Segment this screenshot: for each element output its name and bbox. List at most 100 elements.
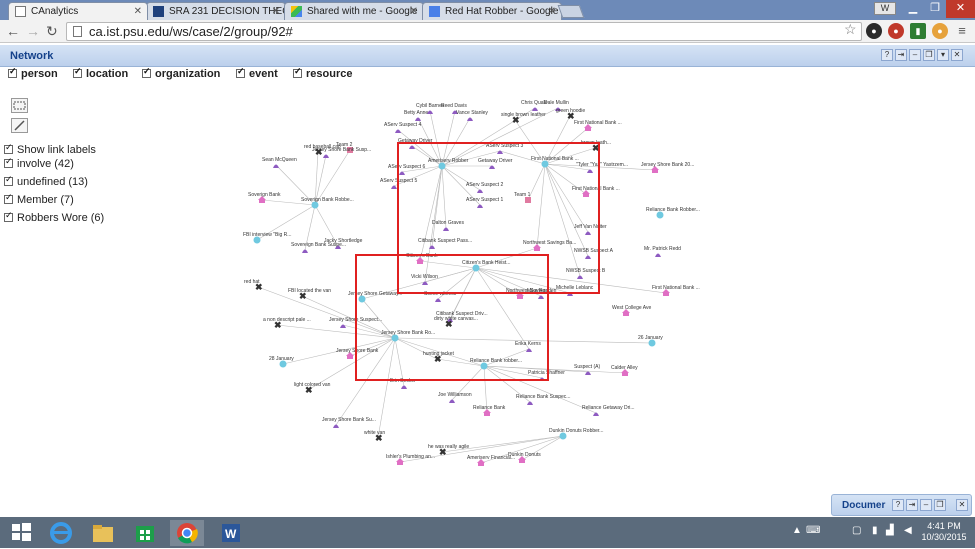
word-icon[interactable]: W: [214, 520, 248, 546]
restore-icon[interactable]: ❐: [924, 0, 946, 18]
close-icon[interactable]: ✕: [548, 3, 556, 20]
checkbox[interactable]: [236, 66, 245, 78]
close-panel-icon[interactable]: ✕: [956, 499, 968, 511]
graph-node[interactable]: AServ Suspect 2: [466, 182, 503, 193]
graph-node[interactable]: Reliance Bank Suspec...: [516, 394, 570, 405]
pin-icon[interactable]: ⇥: [906, 499, 918, 511]
graph-node[interactable]: ✖red hat: [244, 279, 263, 292]
bookmark-star-icon[interactable]: ☆: [844, 21, 857, 38]
graph-node[interactable]: Getaway Driver: [478, 158, 513, 169]
graph-node[interactable]: West College Ave: [612, 305, 652, 316]
graph-edge[interactable]: [536, 163, 546, 249]
new-tab-button[interactable]: [557, 5, 585, 18]
internet-explorer-icon[interactable]: [44, 520, 78, 546]
graph-node[interactable]: ✖FBI located the van: [288, 288, 331, 301]
start-button-icon[interactable]: [4, 520, 38, 546]
menu-icon[interactable]: ≡: [954, 23, 970, 39]
volume-icon[interactable]: ◀: [904, 525, 912, 536]
graph-node[interactable]: ✖light colored van: [294, 382, 331, 395]
filter-location[interactable]: location: [73, 66, 128, 80]
graph-node[interactable]: Calder Alley: [611, 365, 638, 376]
graph-node[interactable]: AServ Suspect 6: [388, 164, 425, 175]
graph-node[interactable]: Sovereign Bank Suspe...: [291, 242, 346, 253]
reload-icon[interactable]: ↻: [46, 23, 58, 39]
extension-icon-4[interactable]: ●: [932, 23, 948, 39]
action-center-icon[interactable]: ▢: [852, 525, 861, 536]
restore-panel-icon[interactable]: ❐: [934, 499, 946, 511]
graph-node[interactable]: Ishler's Plumbing an...: [386, 454, 435, 465]
checkbox[interactable]: [8, 66, 17, 78]
minimize-icon[interactable]: ▁: [902, 0, 924, 18]
graph-node[interactable]: ✖single brown leather: [501, 112, 546, 125]
graph-node[interactable]: AServ Suspect 1: [466, 197, 503, 208]
graph-node[interactable]: AServ Suspect 4: [384, 122, 421, 133]
close-window-button[interactable]: ✕: [946, 0, 975, 18]
graph-node[interactable]: "Tyler "Yaz" Yastrzem...: [576, 162, 628, 173]
store-icon[interactable]: [128, 520, 162, 546]
graph-node[interactable]: 26 January: [638, 335, 663, 347]
address-bar[interactable]: ca.ist.psu.edu/ws/case/2/group/92#: [66, 22, 862, 41]
filter-person[interactable]: person: [8, 66, 58, 80]
graph-node[interactable]: Jersey Shore Bank Su...: [322, 417, 376, 428]
extension-icon-3[interactable]: ▮: [910, 23, 926, 39]
graph-node[interactable]: First National Bank ...: [574, 120, 622, 131]
graph-node[interactable]: Dalton Graves: [432, 220, 464, 231]
dropdown-icon[interactable]: ▾: [937, 49, 949, 61]
filter-organization[interactable]: organization: [142, 66, 220, 80]
extension-icon-2[interactable]: ●: [888, 23, 904, 39]
system-clock[interactable]: 4:41 PM 10/30/2015: [916, 521, 972, 543]
graph-node[interactable]: Northwest Savings Ba...: [523, 240, 576, 251]
user-profile-badge[interactable]: W: [874, 2, 896, 15]
filter-event[interactable]: event: [236, 66, 278, 80]
graph-edge[interactable]: [527, 163, 546, 201]
graph-node[interactable]: Betty Anne: [404, 110, 428, 121]
restore-panel-icon[interactable]: ❐: [923, 49, 935, 61]
help-icon[interactable]: ?: [881, 49, 893, 61]
graph-node[interactable]: Jeff Van Nuiter: [574, 224, 607, 235]
graph-node[interactable]: NWSB Suspect A: [574, 248, 614, 259]
graph-node[interactable]: ✖dirty white canvas...: [434, 316, 478, 329]
graph-node[interactable]: Jersey Shore Bank Ro...: [381, 330, 435, 342]
graph-node[interactable]: Team 1: [514, 192, 531, 203]
graph-node[interactable]: Reliance Bank Robber...: [646, 207, 700, 219]
graph-node[interactable]: Dunkin Donuts: [508, 452, 541, 463]
help-icon[interactable]: ?: [892, 499, 904, 511]
close-icon[interactable]: ✕: [272, 3, 280, 20]
filter-resource[interactable]: resource: [293, 66, 352, 80]
tab-sra231[interactable]: SRA 231 DECISION THEO ✕: [146, 2, 286, 20]
checkbox[interactable]: [293, 66, 302, 78]
graph-node[interactable]: FBI interview "Big R...: [243, 232, 291, 244]
graph-node[interactable]: Soverign Bank Robbe...: [301, 197, 354, 209]
graph-node[interactable]: Reliance Bank: [473, 405, 506, 416]
graph-node[interactable]: ✖white van: [364, 430, 385, 443]
graph-edge[interactable]: [377, 337, 396, 439]
graph-node[interactable]: Ameriserv Robber: [428, 158, 469, 170]
minimize-panel-icon[interactable]: –: [920, 499, 932, 511]
graph-node[interactable]: Vicki Wilson: [411, 274, 438, 285]
graph-node[interactable]: Vance Stanley: [456, 110, 488, 121]
checkbox[interactable]: [142, 66, 151, 78]
graph-node[interactable]: First National Bank ...: [572, 186, 620, 197]
chrome-icon[interactable]: [170, 520, 204, 546]
graph-node[interactable]: Michelle Leblanc: [556, 285, 594, 296]
keyboard-icon[interactable]: ⌨: [806, 525, 820, 536]
graph-node[interactable]: ✖hunting jacket: [423, 351, 454, 364]
graph-node[interactable]: Mr. Patrick Redd: [644, 246, 681, 257]
close-panel-icon[interactable]: ✕: [951, 49, 963, 61]
back-arrow-icon[interactable]: ←: [6, 23, 20, 39]
graph-node[interactable]: Citibank Suspect Pass...: [418, 238, 472, 249]
graph-node[interactable]: 28 January: [269, 356, 294, 368]
tab-canalytics[interactable]: CAnalytics ✕: [8, 2, 148, 20]
forward-arrow-icon[interactable]: →: [26, 23, 40, 39]
graph-edge[interactable]: [441, 165, 447, 229]
close-icon[interactable]: ✕: [134, 3, 142, 20]
graph-edge[interactable]: [544, 163, 589, 233]
graph-node[interactable]: First National Bank ...: [531, 156, 579, 168]
tab-red-hat-robber[interactable]: Red Hat Robber - Google ✕: [422, 2, 562, 20]
checkbox[interactable]: [73, 66, 82, 78]
pin-icon[interactable]: ⇥: [895, 49, 907, 61]
file-explorer-icon[interactable]: [86, 520, 120, 546]
minimize-panel-icon[interactable]: –: [909, 49, 921, 61]
graph-node[interactable]: Jersey Shore Bank: [336, 348, 379, 359]
tray-up-arrow-icon[interactable]: ▲: [792, 525, 802, 536]
